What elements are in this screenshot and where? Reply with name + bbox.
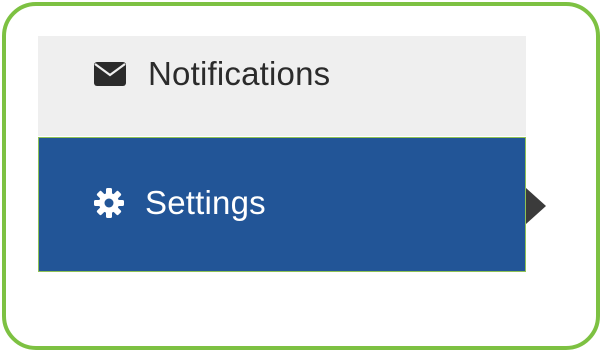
menu-item-notifications[interactable]: Notifications bbox=[38, 36, 526, 136]
menu-item-label: Settings bbox=[145, 183, 266, 221]
menu-item-settings[interactable]: Settings bbox=[38, 137, 526, 272]
envelope-icon bbox=[94, 62, 126, 86]
gear-icon bbox=[93, 187, 125, 219]
menu-item-label: Notifications bbox=[148, 55, 331, 92]
active-item-pointer bbox=[526, 188, 546, 224]
